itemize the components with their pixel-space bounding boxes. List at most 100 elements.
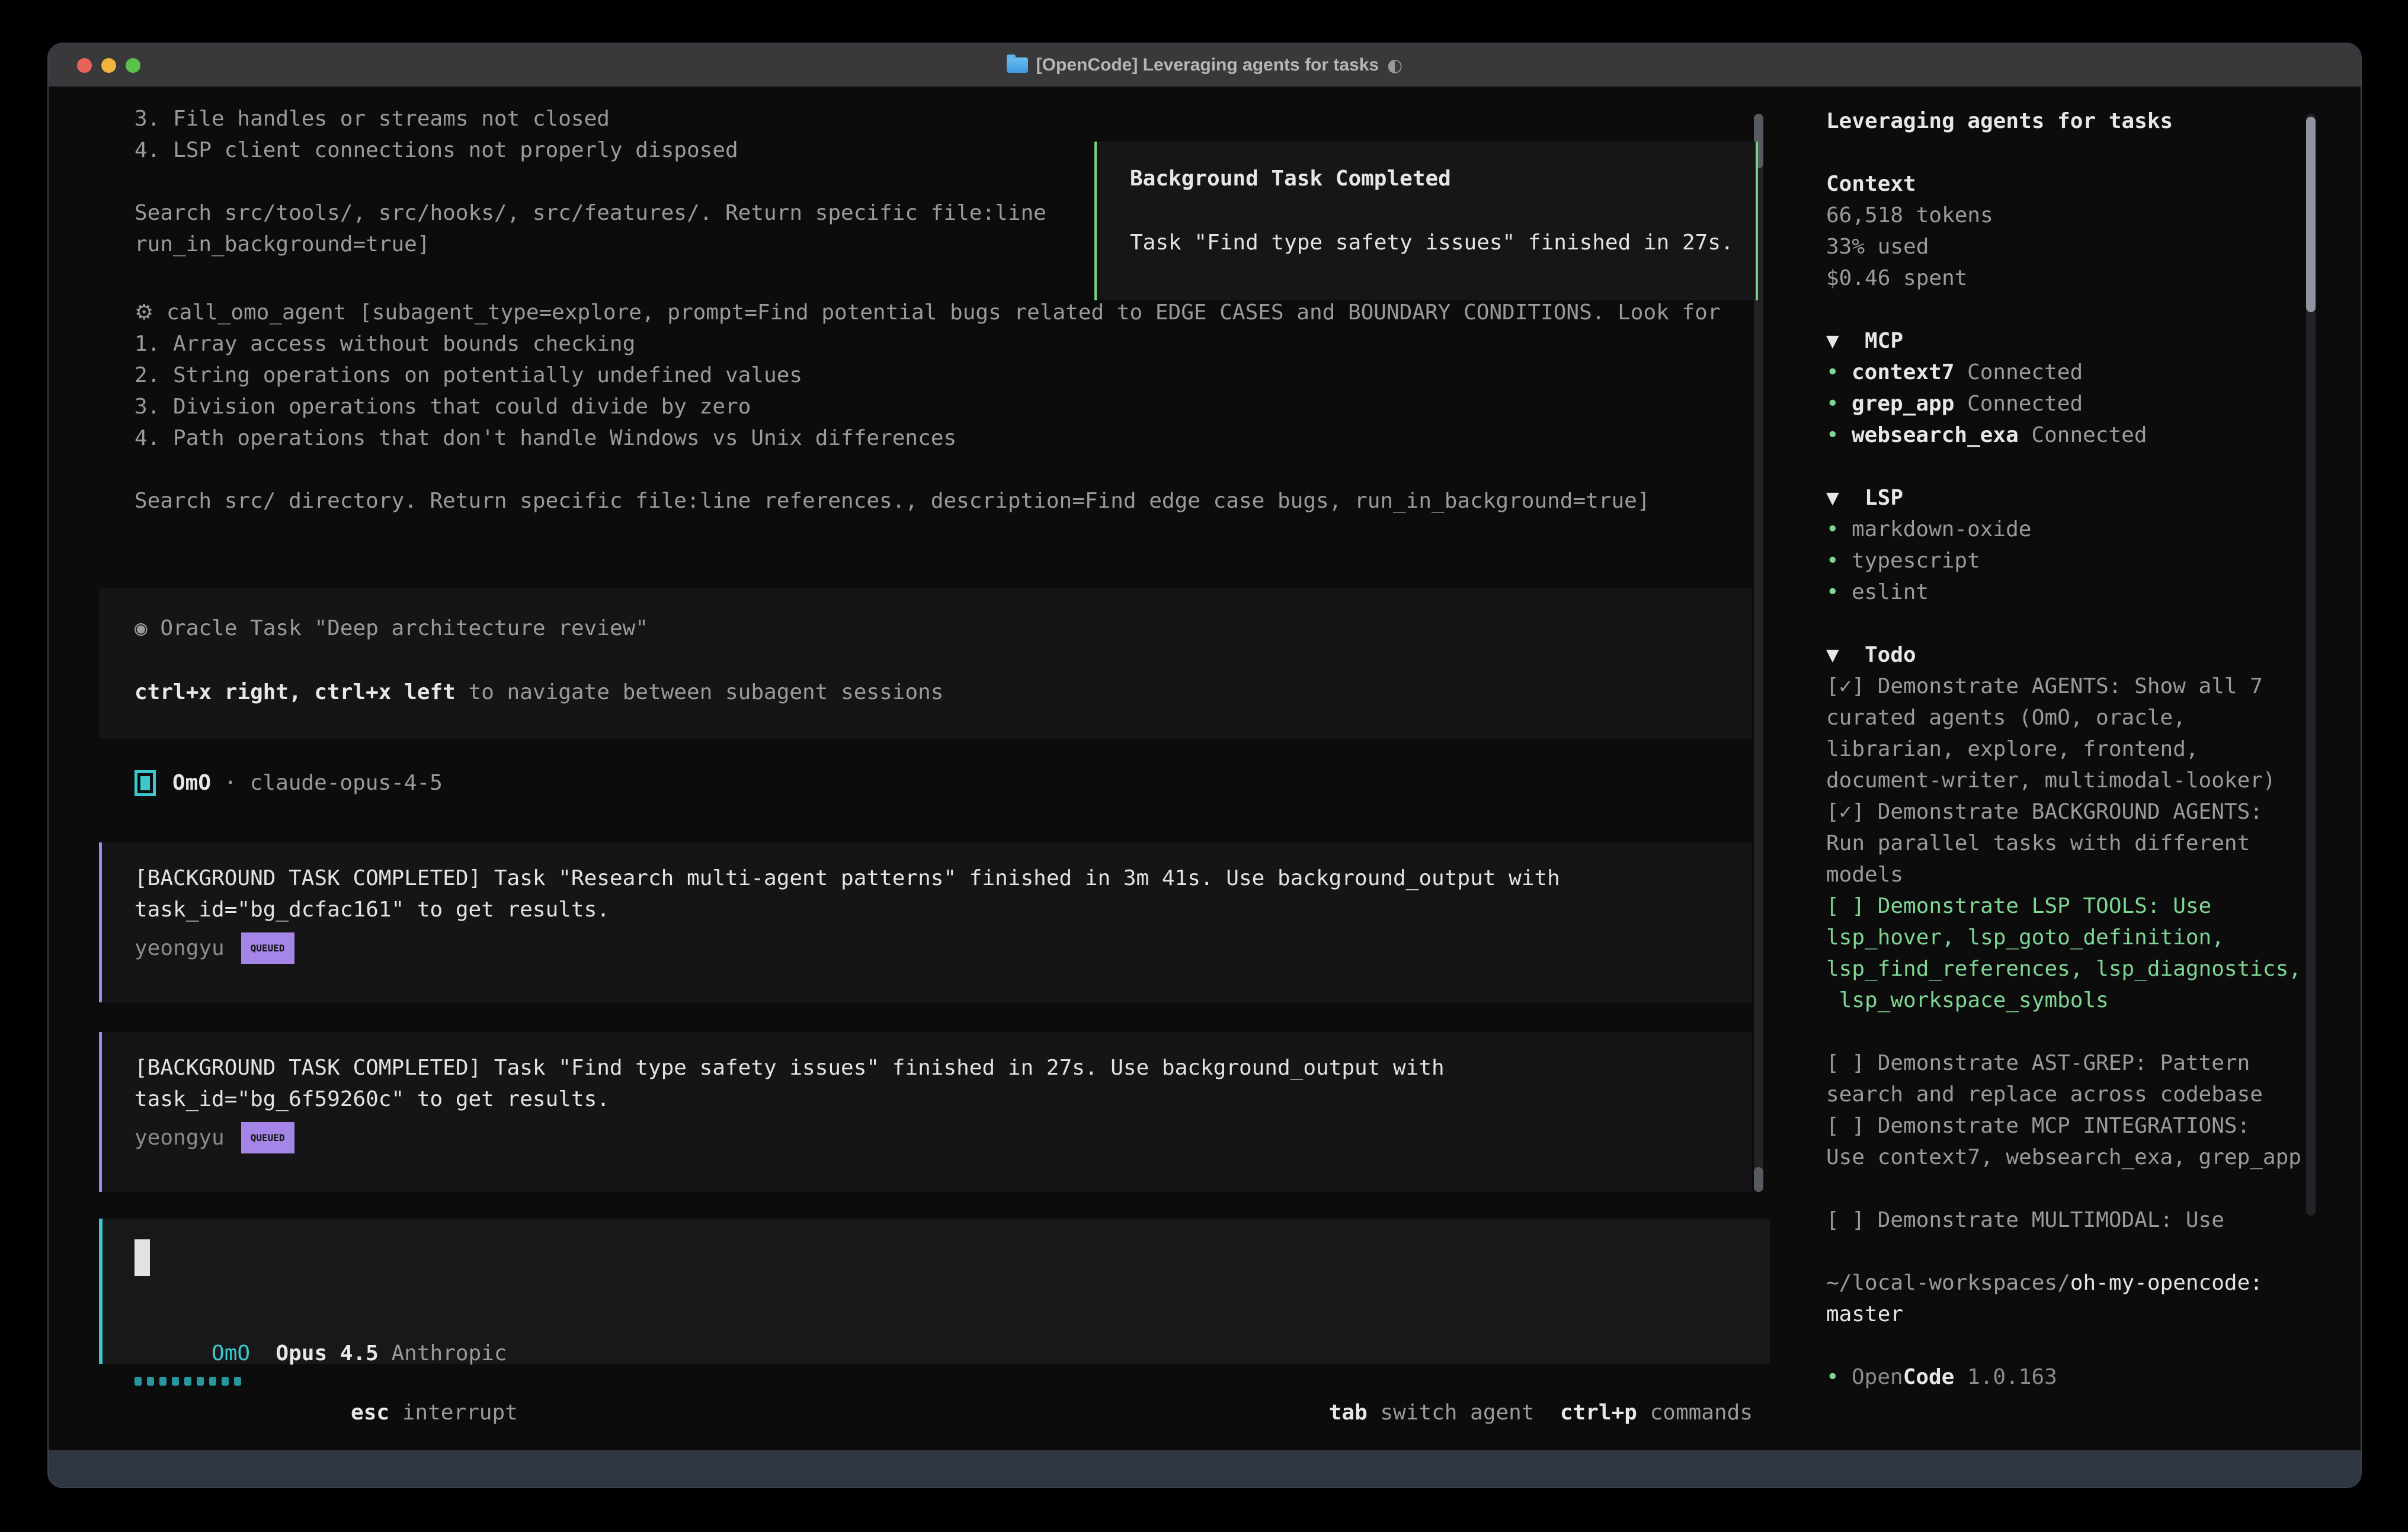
todo-line: Use context7, websearch_exa, grep_app (1826, 1142, 2348, 1173)
oracle-task-card[interactable]: ◉ Oracle Task "Deep architecture review"… (99, 588, 1752, 739)
mcp-name: grep_app (1852, 392, 1954, 416)
tool-call-text: call_omo_agent [subagent_type=explore, p… (166, 300, 1721, 325)
task-message-line: task_id="bg_6f59260c" to get results. (135, 1084, 1752, 1115)
mcp-item: •grep_app Connected (1826, 388, 2348, 419)
context-tokens: 66,518 tokens (1826, 200, 2348, 231)
tool-call-line: Search src/ directory. Return specific f… (135, 485, 1721, 517)
window-bottom-bar (49, 1450, 2361, 1487)
todo-line: document-writer, multimodal-looker) (1826, 765, 2348, 796)
app-name: Code (1903, 1365, 1955, 1389)
green-dot-icon: • (1826, 357, 1852, 388)
workspace-branch: master (1826, 1299, 2348, 1330)
window-title-text: [OpenCode] Leveraging agents for tasks (1036, 55, 1379, 75)
todo-line: [ ] Demonstrate AST-GREP: Pattern (1826, 1047, 2348, 1079)
todo-line: curated agents (OmO, oracle, (1826, 702, 2348, 733)
interrupt-hint: esc interrupt (274, 1366, 518, 1397)
collapse-triangle-icon: ▼ (1826, 639, 1865, 671)
traffic-lights (77, 44, 140, 86)
minimize-button[interactable] (101, 58, 116, 73)
zoom-button[interactable] (126, 58, 140, 73)
lsp-name: eslint (1852, 580, 1929, 604)
context-used: 33% used (1826, 231, 2348, 262)
session-sidebar: Leveraging agents for tasks Context 66,5… (1826, 105, 2348, 1393)
terminal-line: 4. LSP client connections not properly d… (135, 134, 1046, 166)
collapse-triangle-icon: ▼ (1826, 325, 1865, 357)
lsp-item: •typescript (1826, 545, 2348, 576)
task-message-line: task_id="bg_dcfac161" to get results. (135, 894, 1752, 925)
todo-line: [✓] Demonstrate AGENTS: Show all 7 (1826, 671, 2348, 702)
lsp-item: •markdown-oxide (1826, 514, 2348, 545)
task-meta: yeongyu QUEUED (135, 932, 1752, 964)
todo-line (1826, 1173, 2348, 1204)
background-task-message: [BACKGROUND TASK COMPLETED] Task "Find t… (99, 1032, 1752, 1192)
esc-key-label: esc (351, 1400, 389, 1425)
todo-section-header[interactable]: ▼Todo (1826, 639, 2348, 671)
toast-body: Task "Find type safety issues" finished … (1130, 227, 1756, 258)
terminal-line: 3. File handles or streams not closed (135, 103, 1046, 134)
green-dot-icon: • (1826, 419, 1852, 451)
task-meta: yeongyu QUEUED (135, 1122, 1752, 1153)
terminal-line: Search src/tools/, src/hooks/, src/featu… (135, 197, 1046, 229)
status-badge: QUEUED (241, 932, 294, 964)
context-header: Context (1826, 168, 2348, 200)
todo-line-active: lsp_find_references, lsp_diagnostics, (1826, 953, 2348, 985)
lsp-name: typescript (1852, 549, 1980, 573)
keybind-text: ctrl+x right, ctrl+x left (135, 680, 456, 704)
agent-header: OmO · claude-opus-4-5 (135, 767, 443, 799)
terminal-line: run_in_background=true] (135, 229, 1046, 260)
green-dot-icon: • (1826, 545, 1852, 576)
window-title: [OpenCode] Leveraging agents for tasks ◐ (1007, 55, 1403, 76)
todo-line-active: lsp_hover, lsp_goto_definition, (1826, 922, 2348, 953)
todo-line: [✓] Demonstrate BACKGROUND AGENTS: (1826, 796, 2348, 828)
mcp-status: Connected (2019, 423, 2147, 447)
ctrlp-key-label: ctrl+p (1560, 1400, 1637, 1425)
context-spent: $0.46 spent (1826, 262, 2348, 294)
lsp-section-header[interactable]: ▼LSP (1826, 482, 2348, 514)
mcp-name: context7 (1852, 360, 1954, 384)
todo-line: Run parallel tasks with different (1826, 828, 2348, 859)
separator-dot: · (211, 767, 250, 799)
mcp-name: websearch_exa (1852, 423, 2019, 447)
todo-line: search and replace across codebase (1826, 1079, 2348, 1110)
mcp-item: •context7 Connected (1826, 357, 2348, 388)
agent-icon (135, 770, 156, 796)
input-agent-name: OmO (212, 1341, 250, 1366)
oracle-task-hint: ctrl+x right, ctrl+x left to navigate be… (135, 677, 1752, 708)
close-button[interactable] (77, 58, 92, 73)
terminal-window: [OpenCode] Leveraging agents for tasks ◐… (47, 43, 2362, 1488)
collapse-triangle-icon: ▼ (1826, 482, 1865, 514)
lsp-item: •eslint (1826, 576, 2348, 608)
session-title: Leveraging agents for tasks (1826, 105, 2348, 137)
workspace-repo: oh-my-opencode: (2070, 1271, 2263, 1295)
todo-line-active: [ ] Demonstrate LSP TOOLS: Use (1826, 890, 2348, 922)
window-titlebar[interactable]: [OpenCode] Leveraging agents for tasks ◐ (49, 44, 2361, 86)
gear-icon: ⚙ (135, 300, 153, 325)
tool-call-block: ⚙ call_omo_agent [subagent_type=explore,… (135, 297, 1721, 517)
agent-name: OmO (172, 767, 211, 799)
green-dot-icon: • (1826, 388, 1852, 419)
working-spinner-dots (135, 1366, 241, 1397)
sidebar-scrollbar-thumb[interactable] (2306, 117, 2316, 312)
folder-icon (1007, 57, 1028, 73)
tool-call-line: ⚙ call_omo_agent [subagent_type=explore,… (135, 297, 1721, 328)
agent-model: claude-opus-4-5 (250, 767, 443, 799)
model-row: OmO Opus 4.5 Anthropic (135, 1306, 507, 1338)
mcp-section-header[interactable]: ▼MCP (1826, 325, 2348, 357)
fisheye-icon: ◉ (135, 616, 148, 640)
prompt-input[interactable]: OmO Opus 4.5 Anthropic (99, 1219, 1770, 1364)
tab-key-label: tab (1329, 1400, 1368, 1425)
green-dot-icon: • (1826, 576, 1852, 608)
version-line: •OpenCode 1.0.163 (1826, 1361, 2348, 1393)
background-task-message: [BACKGROUND TASK COMPLETED] Task "Resear… (99, 842, 1752, 1002)
main-scrollbar-thumb-bottom[interactable] (1754, 1167, 1763, 1192)
green-dot-icon: • (1826, 514, 1852, 545)
todo-line: [ ] Demonstrate MULTIMODAL: Use (1826, 1204, 2348, 1236)
background-task-toast[interactable]: Background Task Completed Task "Find typ… (1094, 142, 1758, 300)
tool-call-line: 4. Path operations that don't handle Win… (135, 422, 1721, 454)
status-badge: QUEUED (241, 1122, 294, 1153)
task-user: yeongyu (135, 1122, 225, 1153)
task-message-line: [BACKGROUND TASK COMPLETED] Task "Find t… (135, 1052, 1752, 1084)
mcp-status: Connected (1954, 392, 2083, 416)
green-dot-icon: • (1826, 1361, 1852, 1393)
app-version: 1.0.163 (1954, 1365, 2057, 1389)
